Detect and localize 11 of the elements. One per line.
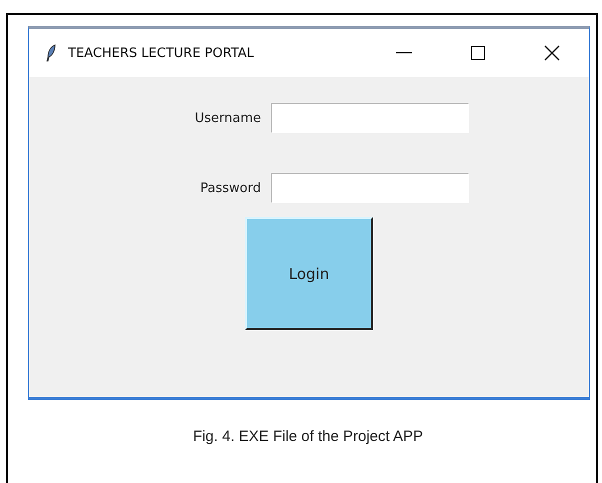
field-label: Username xyxy=(194,110,261,126)
feather-icon xyxy=(46,44,56,62)
window-title: TEACHERS LECTURE PORTAL xyxy=(68,46,255,60)
field-label: Password xyxy=(200,180,261,196)
maximize-icon xyxy=(471,46,485,60)
login-button[interactable]: Login xyxy=(245,217,373,330)
close-icon xyxy=(544,45,560,61)
password-field[interactable] xyxy=(271,173,469,203)
figure-caption: Fig. 4. EXE File of the Project APP xyxy=(192,428,424,445)
username-field[interactable] xyxy=(271,103,469,133)
minimize-icon xyxy=(396,52,412,54)
